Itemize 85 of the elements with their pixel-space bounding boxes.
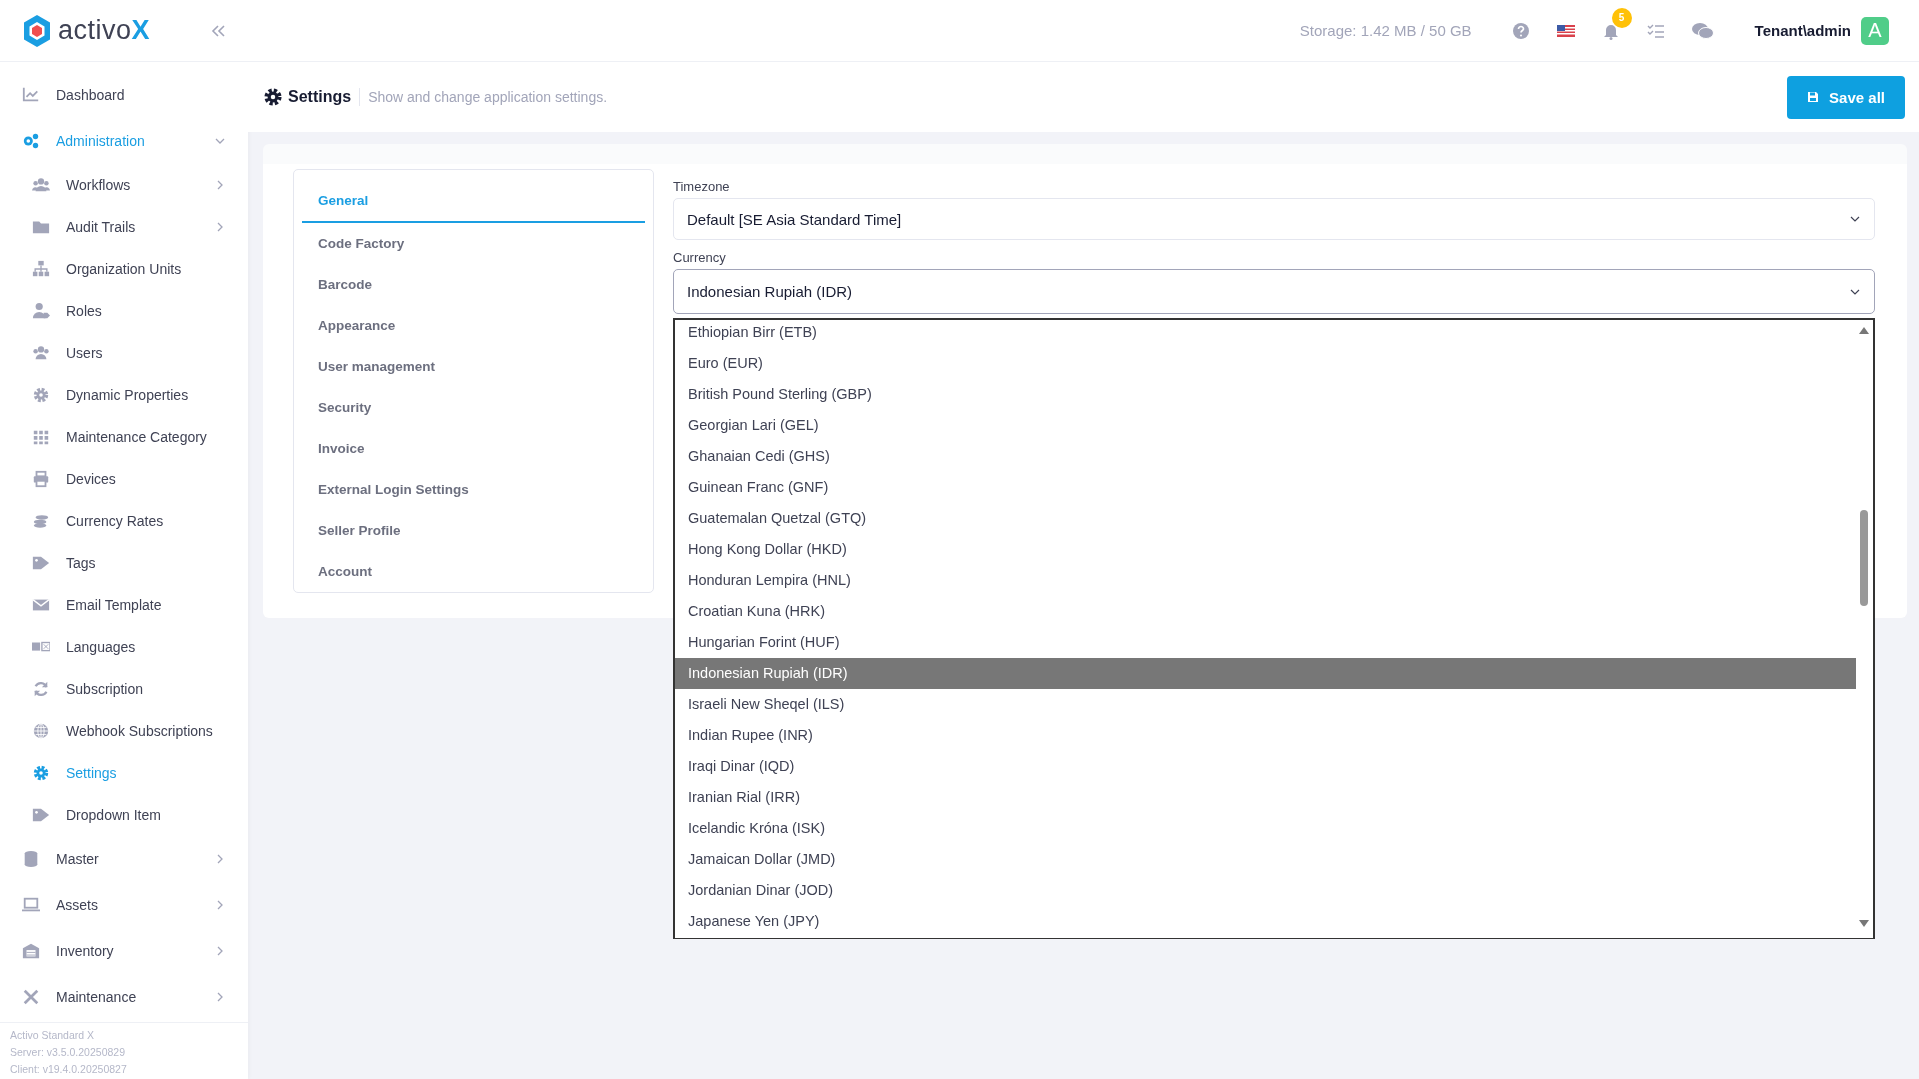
users-icon [32,344,50,362]
sidebar-item[interactable]: Dropdown Item [0,794,248,836]
settings-tab[interactable]: User management [302,346,645,387]
version-text: Client: v19.4.0.20250827 [10,1062,128,1077]
sidebar-item[interactable]: Maintenance Category [0,416,248,458]
settings-tab[interactable]: Invoice [302,428,645,469]
dropdown-option[interactable]: Georgian Lari (GEL) [675,410,1856,441]
dropdown-option[interactable]: Jamaican Dollar (JMD) [675,844,1856,875]
settings-tab[interactable]: Account [302,551,645,592]
dropdown-option[interactable]: Israeli New Sheqel (ILS) [675,689,1856,720]
dropdown-option[interactable]: Euro (EUR) [675,348,1856,379]
sidebar-item[interactable]: Workflows [0,164,248,206]
settings-tab[interactable]: Security [302,387,645,428]
sidebar-item[interactable]: Tags [0,542,248,584]
sidebar-item[interactable]: Dynamic Properties [0,374,248,416]
printer-icon [32,470,50,488]
dropdown-option[interactable]: Ghanaian Cedi (GHS) [675,441,1856,472]
settings-tab[interactable]: Barcode [302,264,645,305]
settings-tab[interactable]: External Login Settings [302,469,645,510]
dropdown-option[interactable]: Indian Rupee (INR) [675,720,1856,751]
grid-icon [32,428,50,446]
globe-icon [32,722,50,740]
field-label: Timezone [673,179,730,194]
sidebar-item[interactable]: Inventory [0,928,248,974]
logo-text: activoX [58,15,151,46]
sidebar-item[interactable]: Users [0,332,248,374]
page-title: Settings [288,88,361,106]
sidebar-item[interactable]: Assets [0,882,248,928]
sidebar-item[interactable]: Organization Units [0,248,248,290]
page-description: Show and change application settings. [368,89,608,105]
settings-tab[interactable]: Code Factory [302,223,645,264]
chat-icon[interactable] [1691,21,1714,40]
help-icon[interactable] [1511,21,1530,40]
collapse-icon[interactable] [210,23,226,38]
user-name[interactable]: Tenant\admin [1754,22,1851,39]
dropdown-option[interactable]: Jordanian Dinar (JOD) [675,875,1856,906]
database-icon [22,850,40,868]
dropdown-option[interactable]: Guatemalan Quetzal (GTQ) [675,503,1856,534]
logo-icon [22,13,52,48]
dropdown-option[interactable]: Guinean Franc (GNF) [675,472,1856,503]
dropdown-option[interactable]: Ethiopian Birr (ETB) [675,320,1856,348]
laptop-icon [22,896,40,914]
sidebar-item[interactable]: Roles [0,290,248,332]
sidebar-item[interactable]: Languages [0,626,248,668]
dropdown-option[interactable]: British Pound Sterling (GBP) [675,379,1856,410]
tag-icon [32,554,50,572]
save-icon [1807,91,1820,103]
refresh-icon [32,680,50,698]
dropdown-option[interactable]: Indonesian Rupiah (IDR) [675,658,1856,689]
sidebar-item[interactable]: Audit Trails [0,206,248,248]
dropdown-option[interactable]: Croatian Kuna (HRK) [675,596,1856,627]
version-text: Activo Standard X [10,1028,96,1043]
user-tag-icon [32,302,50,320]
sidebar-item[interactable]: Subscription [0,668,248,710]
sidebar-item[interactable]: Maintenance [0,974,248,1020]
gear-icon [264,88,282,106]
sidebar-item[interactable]: Email Template [0,584,248,626]
dropdown-option[interactable]: Hungarian Forint (HUF) [675,627,1856,658]
dropdown-option[interactable]: Iraqi Dinar (IQD) [675,751,1856,782]
settings-tab[interactable]: Seller Profile [302,510,645,551]
select-field[interactable]: Indonesian Rupiah (IDR) [673,269,1875,314]
tag-icon [32,806,50,824]
chart-icon [22,86,40,104]
gear-icon [32,764,50,782]
sidebar-item[interactable]: Master [0,836,248,882]
field-label: Currency [673,250,726,265]
version-text: Server: v3.5.0.20250829 [10,1045,126,1060]
notification-badge: 5 [1611,7,1632,28]
dropdown-option[interactable]: Iranian Rial (IRR) [675,782,1856,813]
dropdown-option[interactable]: Icelandic Króna (ISK) [675,813,1856,844]
sidebar-item[interactable]: Webhook Subscriptions [0,710,248,752]
dropdown-option[interactable]: Honduran Lempira (HNL) [675,565,1856,596]
dropdown-option[interactable]: Hong Kong Dollar (HKD) [675,534,1856,565]
gear-icon [32,386,50,404]
sidebar-item[interactable]: Devices [0,458,248,500]
coins-icon [32,512,50,530]
select-field[interactable]: Default [SE Asia Standard Time] [673,198,1875,240]
settings-tab[interactable]: Appearance [302,305,645,346]
warehouse-icon [22,942,40,960]
storage-text: Storage: 1.42 MB / 50 GB [1299,22,1472,39]
sidebar-item[interactable]: Currency Rates [0,500,248,542]
sidebar-item[interactable]: Dashboard [0,72,248,118]
hierarchy-icon [32,260,50,278]
dropdown-option[interactable]: Japanese Yen (JPY) [675,906,1856,937]
users-icon [32,176,50,194]
